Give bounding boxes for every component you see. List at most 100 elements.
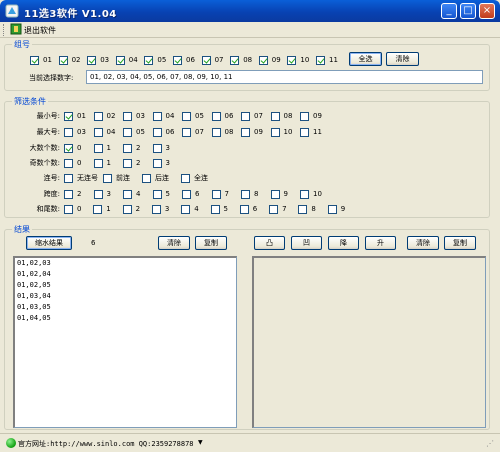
number-checkbox[interactable]	[230, 56, 240, 65]
filter-checkbox[interactable]	[327, 205, 337, 214]
shape-filter-button[interactable]: 降	[328, 236, 359, 250]
filter-checkbox[interactable]	[270, 112, 280, 121]
filter-checkbox[interactable]	[298, 205, 308, 214]
number-checkbox[interactable]	[30, 56, 39, 65]
filter-checkbox[interactable]	[93, 190, 103, 199]
result-item[interactable]: 01,02,05	[15, 280, 236, 291]
title-bar[interactable]: 11选3软件 V1.04 _ □ ×	[0, 0, 500, 22]
filter-checkbox[interactable]	[182, 112, 191, 121]
filter-checkbox[interactable]	[300, 128, 309, 137]
filter-checkbox[interactable]	[152, 159, 162, 168]
close-button[interactable]: ×	[479, 3, 495, 19]
filter-checkbox[interactable]	[211, 128, 221, 137]
filter-checkbox[interactable]	[241, 190, 250, 199]
result-item[interactable]: 01,02,03	[15, 258, 236, 269]
result-item[interactable]: 01,04,05	[15, 313, 236, 324]
result-item[interactable]: 01,03,04	[15, 291, 236, 302]
clear-results-button[interactable]: 清除	[158, 236, 190, 250]
filter-checkbox[interactable]	[151, 205, 161, 214]
filter-checkbox[interactable]	[211, 190, 221, 199]
number-checkbox-label: 07	[214, 56, 224, 64]
filter-checkbox[interactable]	[64, 190, 73, 199]
filter-checkbox[interactable]	[93, 144, 103, 153]
filter-checkbox[interactable]	[64, 144, 73, 153]
number-checkbox-label: 01	[43, 56, 52, 64]
number-checkbox[interactable]	[144, 56, 154, 65]
number-checkbox-label: 04	[128, 56, 138, 64]
filter-checkbox[interactable]	[270, 190, 280, 199]
minimize-button[interactable]: _	[441, 3, 457, 19]
filter-checkbox[interactable]	[152, 144, 162, 153]
number-checkbox[interactable]	[87, 56, 97, 65]
clear-numbers-button[interactable]: 清除	[386, 52, 419, 66]
secondary-result-list[interactable]	[252, 256, 486, 428]
number-checkbox[interactable]	[173, 56, 182, 65]
result-list[interactable]: 01,02,03 01,02,04 01,02,05 01,03,04 01,03,05…	[13, 256, 237, 428]
filter-checkbox[interactable]	[123, 144, 132, 153]
resize-grip-icon[interactable]: ⋰	[486, 439, 494, 448]
filter-checkbox[interactable]	[64, 128, 73, 137]
filter-checkbox[interactable]	[123, 159, 132, 168]
filter-checkbox[interactable]	[64, 205, 73, 214]
filter-row-label: 最大号:	[36, 128, 60, 136]
result-item[interactable]: 01,02,04	[15, 269, 236, 280]
copy-results-button[interactable]: 复制	[195, 236, 227, 250]
filter-checkbox[interactable]	[64, 112, 73, 121]
select-all-button[interactable]: 全选	[349, 52, 382, 66]
toolbar-grip[interactable]	[3, 24, 6, 36]
shape-filter-button[interactable]: 凹	[291, 236, 322, 250]
filter-checkbox-label: 05	[136, 128, 145, 136]
filter-checkbox-label: 8	[311, 205, 316, 213]
filter-checkbox[interactable]	[181, 174, 190, 183]
exit-icon[interactable]	[10, 23, 22, 35]
filter-checkbox[interactable]	[241, 128, 250, 137]
status-dropdown-icon[interactable]: ▼	[198, 439, 203, 446]
number-checkbox[interactable]	[115, 56, 125, 65]
result-item[interactable]: 01,03,05	[15, 302, 236, 313]
current-selection-field[interactable]: 01, 02, 03, 04, 05, 06, 07, 08, 09, 10, …	[86, 70, 483, 84]
filter-checkbox[interactable]	[123, 128, 132, 137]
filter-checkbox[interactable]	[300, 112, 309, 121]
filter-checkbox-label: 后连	[155, 174, 169, 182]
shrink-result-button[interactable]: 缩水结果	[26, 236, 72, 250]
filter-checkbox[interactable]	[64, 174, 73, 183]
filter-checkbox[interactable]	[211, 112, 221, 121]
number-checkbox[interactable]	[287, 56, 297, 65]
filter-checkbox[interactable]	[182, 128, 191, 137]
filter-checkbox[interactable]	[152, 112, 162, 121]
filter-checkbox[interactable]	[64, 159, 73, 168]
filter-checkbox[interactable]	[123, 112, 132, 121]
number-checkbox[interactable]	[58, 56, 68, 65]
filter-checkbox[interactable]	[93, 128, 103, 137]
filter-checkbox[interactable]	[210, 205, 220, 214]
right-clear-button[interactable]: 清除	[407, 236, 439, 250]
filter-row-label: 跨度:	[43, 190, 60, 198]
shape-filter-button[interactable]: 凸	[254, 236, 285, 250]
maximize-button[interactable]: □	[460, 3, 476, 19]
filter-checkbox[interactable]	[269, 205, 279, 214]
filter-row-label: 奇数个数:	[29, 159, 60, 167]
filter-checkbox[interactable]	[122, 205, 132, 214]
filter-checkbox[interactable]	[152, 128, 162, 137]
app-icon	[5, 4, 19, 18]
filter-checkbox[interactable]	[103, 174, 112, 183]
filter-checkbox[interactable]	[142, 174, 151, 183]
filter-checkbox[interactable]	[182, 190, 191, 199]
filter-checkbox[interactable]	[93, 159, 103, 168]
filter-checkbox[interactable]	[93, 205, 103, 214]
number-checkbox[interactable]	[258, 56, 268, 65]
filter-checkbox[interactable]	[181, 205, 191, 214]
filter-checkbox[interactable]	[93, 112, 103, 121]
filter-checkbox[interactable]	[152, 190, 162, 199]
shape-filter-button[interactable]: 升	[365, 236, 396, 250]
number-checkbox[interactable]	[201, 56, 211, 65]
filter-checkbox[interactable]	[300, 190, 309, 199]
exit-menu-item[interactable]: 退出软件	[24, 25, 56, 36]
number-checkbox[interactable]	[316, 56, 325, 65]
right-copy-button[interactable]: 复制	[444, 236, 476, 250]
filter-checkbox[interactable]	[123, 190, 132, 199]
number-checkbox-label: 08	[243, 56, 253, 64]
filter-checkbox[interactable]	[270, 128, 280, 137]
filter-checkbox[interactable]	[241, 112, 250, 121]
filter-checkbox[interactable]	[239, 205, 249, 214]
